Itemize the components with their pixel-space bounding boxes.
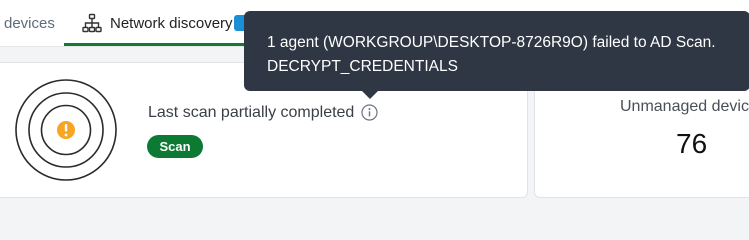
warning-icon (57, 121, 75, 139)
tooltip-error-code: DECRYPT_CREDENTIALS (267, 58, 458, 75)
network-tree-icon (82, 13, 102, 33)
scan-button[interactable]: Scan (147, 135, 203, 158)
tab-devices[interactable]: devices (0, 0, 55, 46)
active-tab-indicator (64, 43, 250, 46)
tooltip-error-message: 1 agent (WORKGROUP\DESKTOP-8726R9O) fail… (267, 34, 716, 51)
scan-status-text: Last scan partially completed (148, 104, 355, 121)
tooltip-arrow (362, 91, 378, 99)
tab-devices-label: devices (4, 14, 55, 32)
scan-radar-icon (15, 79, 117, 181)
scan-error-tooltip: 1 agent (WORKGROUP\DESKTOP-8726R9O) fail… (244, 11, 749, 91)
tab-network-discovery-label: Network discovery (110, 14, 233, 32)
unmanaged-devices-label: Unmanaged devices (620, 98, 749, 115)
tab-network-discovery[interactable]: Network discovery (82, 0, 233, 46)
info-icon[interactable] (361, 104, 378, 121)
unmanaged-devices-count[interactable]: 76 (676, 128, 707, 160)
